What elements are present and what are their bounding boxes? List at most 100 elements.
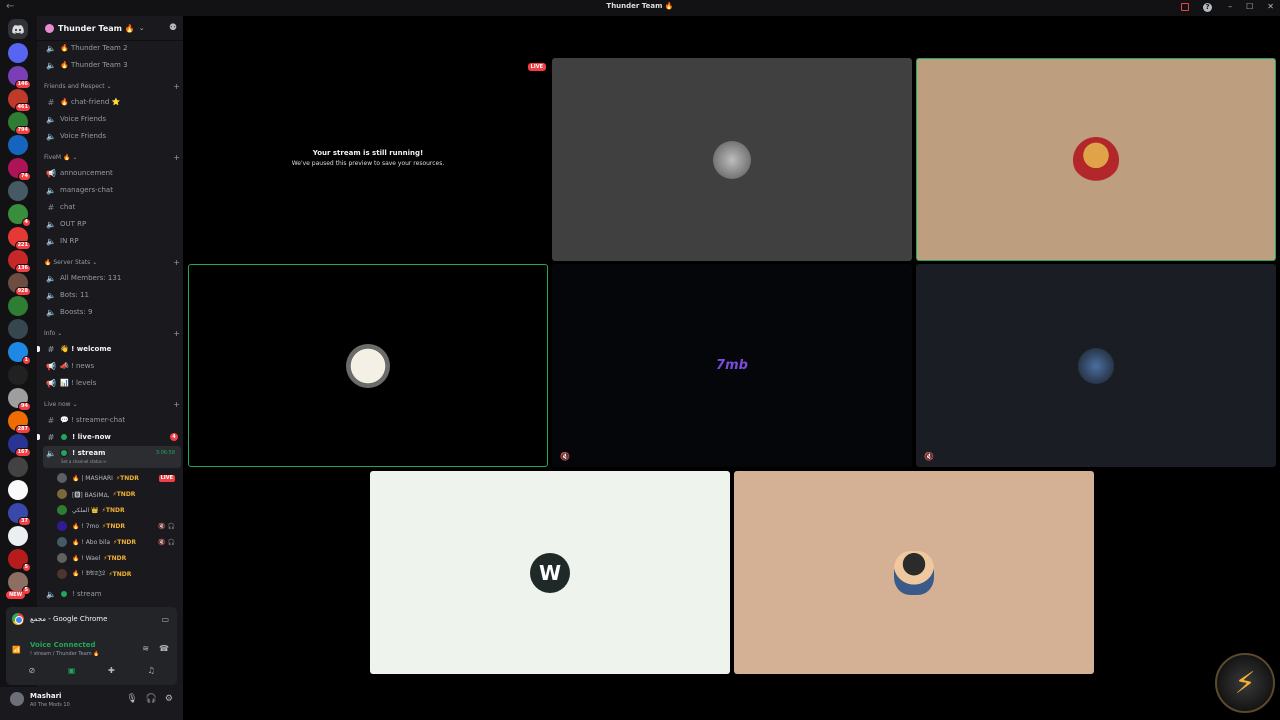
- server-icon[interactable]: 221: [8, 227, 31, 250]
- paused-title: Your stream is still running!: [312, 149, 424, 157]
- live-status-icon: [60, 590, 68, 598]
- channel-in-rp[interactable]: 🔈 IN RP: [43, 233, 181, 249]
- category-fivem[interactable]: FiveM 🔥 ⌄ +: [44, 153, 180, 162]
- channel-bots[interactable]: 🔈 Bots: 11: [43, 287, 181, 303]
- channel-welcome[interactable]: # 👋 ! welcome: [43, 341, 181, 357]
- video-tile-user-3[interactable]: [188, 264, 548, 467]
- mention-badge: 136: [14, 264, 31, 273]
- video-tile-user-2[interactable]: [916, 58, 1276, 261]
- server-icon[interactable]: [8, 296, 28, 316]
- channel-levels[interactable]: 📢 📊 ! levels: [43, 375, 181, 391]
- add-channel-icon[interactable]: +: [173, 400, 180, 409]
- add-channel-icon[interactable]: +: [173, 82, 180, 91]
- add-channel-icon[interactable]: +: [173, 153, 180, 162]
- discord-home-icon[interactable]: [8, 19, 28, 39]
- voice-user[interactable]: 🔥 ! Abo bila ⚡TNDR 🔇 🎧: [57, 534, 181, 550]
- server-icon[interactable]: [8, 319, 28, 339]
- voice-user[interactable]: 🔥 ! 7mo ⚡TNDR 🔇 🎧: [57, 518, 181, 534]
- server-icon[interactable]: 928: [8, 273, 31, 296]
- channel-thunder-team-2[interactable]: 🔈 🔥 Thunder Team 2: [43, 40, 181, 56]
- invite-icon[interactable]: ⚉: [169, 23, 177, 33]
- server-icon[interactable]: 136: [8, 250, 31, 273]
- inbox-icon[interactable]: [1181, 3, 1189, 11]
- voice-user[interactable]: [🅱] BASIM∆, ⚡TNDR: [57, 486, 181, 502]
- channel-out-rp[interactable]: 🔈 OUT RP: [43, 216, 181, 232]
- channel-chat-friend[interactable]: # 🔥 chat-friend ⭐: [43, 94, 181, 110]
- server-icon[interactable]: 167: [8, 434, 31, 457]
- username[interactable]: Mashari: [30, 692, 61, 700]
- server-icon[interactable]: 4: [8, 204, 31, 227]
- server-icon[interactable]: [8, 526, 28, 546]
- soundboard-button[interactable]: ♫: [136, 664, 166, 678]
- channel-streamer-chat[interactable]: # 💬 ! streamer-chat: [43, 412, 181, 428]
- category-info[interactable]: Info ⌄ +: [44, 329, 180, 338]
- hash-icon: #: [47, 97, 55, 107]
- server-icon[interactable]: 5: [8, 549, 31, 572]
- server-icon[interactable]: [8, 181, 28, 201]
- voice-user[interactable]: الملكي 👑 ⚡TNDR: [57, 502, 181, 518]
- server-header[interactable]: Thunder Team 🔥 ⌄ ⚉: [37, 16, 183, 41]
- server-icon[interactable]: [8, 43, 28, 63]
- server-icon[interactable]: [8, 480, 28, 500]
- microphone-icon[interactable]: 🎙: [126, 694, 137, 704]
- channel-all-members[interactable]: 🔈 All Members: 131: [43, 270, 181, 286]
- video-tile-user-7[interactable]: [734, 471, 1094, 674]
- channel-announcement[interactable]: 📢 announcement: [43, 165, 181, 181]
- channel-boosts[interactable]: 🔈 Boosts: 9: [43, 304, 181, 320]
- voice-connected-label[interactable]: Voice Connected: [30, 641, 96, 649]
- channel-status-prompt[interactable]: Set a channel status ✏: [61, 459, 107, 464]
- add-channel-icon[interactable]: +: [173, 329, 180, 338]
- video-tile-user-4[interactable]: 7mb 🔇: [552, 264, 912, 467]
- server-icon[interactable]: 1: [8, 342, 31, 365]
- voice-panel: 📶 Voice Connected ! stream / Thunder Tea…: [6, 631, 177, 685]
- category-server-stats[interactable]: 🔥 Server Stats ⌄ +: [44, 258, 180, 267]
- settings-gear-icon[interactable]: ⚙: [165, 694, 173, 704]
- server-icon[interactable]: 461: [8, 89, 31, 112]
- channel-news[interactable]: 📢 📣 ! news: [43, 358, 181, 374]
- server-icon[interactable]: 74: [8, 158, 31, 181]
- channel-voice-friends-2[interactable]: 🔈 Voice Friends: [43, 128, 181, 144]
- noise-suppression-icon[interactable]: ≋: [142, 644, 149, 653]
- server-icon[interactable]: 94: [8, 388, 31, 411]
- channel-managers-chat[interactable]: 🔈 managers-chat: [43, 182, 181, 198]
- screen-share-icon[interactable]: ▭: [161, 615, 169, 624]
- activities-button[interactable]: ✚: [96, 664, 126, 678]
- new-servers-badge[interactable]: NEW: [6, 591, 26, 599]
- stream-preview-paused[interactable]: LIVE Your stream is still running! We've…: [188, 58, 548, 261]
- video-tile-user-5[interactable]: 🔇: [916, 264, 1276, 467]
- voice-user[interactable]: 🔥 | MASHARI ⚡TNDR LIVE: [57, 470, 181, 486]
- voice-channel-icon: 🔈: [46, 114, 56, 124]
- help-icon[interactable]: ?: [1203, 3, 1212, 12]
- channel-chat[interactable]: # chat: [43, 199, 181, 215]
- category-friends[interactable]: Friends and Respect ⌄ +: [44, 82, 180, 91]
- channel-thunder-team-3[interactable]: 🔈 🔥 Thunder Team 3: [43, 57, 181, 73]
- channel-voice-friends-1[interactable]: 🔈 Voice Friends: [43, 111, 181, 127]
- server-icon[interactable]: [8, 135, 28, 155]
- channel-stream-active[interactable]: 🔈 ! stream 3:06:58 Set a channel status …: [43, 446, 181, 468]
- video-tile-user-1[interactable]: [552, 58, 912, 261]
- add-channel-icon[interactable]: +: [173, 258, 180, 267]
- server-icon[interactable]: [8, 457, 28, 477]
- headphones-icon[interactable]: 🎧: [146, 694, 157, 704]
- voice-user[interactable]: 🔥 ! Wael ⚡TNDR: [57, 550, 181, 566]
- server-icon[interactable]: 37: [8, 503, 31, 526]
- channel-live-now[interactable]: # ! live-now 4: [43, 429, 181, 445]
- avatar[interactable]: [10, 692, 24, 706]
- server-icon[interactable]: 146: [8, 66, 31, 89]
- category-live-now[interactable]: Live now ⌄ +: [44, 400, 180, 409]
- screen-share-button[interactable]: ▣: [57, 664, 87, 678]
- disconnect-icon[interactable]: ☎: [159, 644, 169, 653]
- close-icon[interactable]: ✕: [1267, 2, 1274, 11]
- minimize-icon[interactable]: –: [1228, 2, 1232, 11]
- server-icon[interactable]: 794: [8, 112, 31, 135]
- server-icon[interactable]: 287: [8, 411, 31, 434]
- camera-button[interactable]: ⊘: [17, 664, 47, 678]
- voice-channel-path[interactable]: ! stream / Thunder Team 🔥: [30, 651, 99, 657]
- channel-stream-2[interactable]: 🔈 ! stream: [43, 586, 181, 602]
- video-tile-user-6[interactable]: W: [370, 471, 730, 674]
- server-icon[interactable]: [8, 365, 28, 385]
- maximize-icon[interactable]: ☐: [1246, 2, 1253, 11]
- voice-user[interactable]: 🔥 ! 𝔅𝔄𝔖𝔍𝔏 ⚡TNDR: [57, 566, 181, 582]
- streaming-app-row[interactable]: مجمع - Google Chrome ▭: [6, 607, 177, 631]
- server-icon[interactable]: 5: [8, 572, 31, 595]
